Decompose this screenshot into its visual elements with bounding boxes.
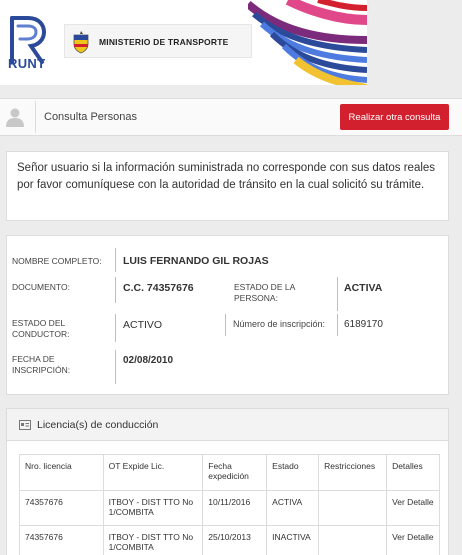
page-toolbar: Consulta Personas Realizar otra consulta (0, 98, 462, 136)
field-divider (115, 248, 116, 272)
issue-date-cell: 10/11/2016 (202, 490, 268, 526)
ministry-name: MINISTERIO DE TRANSPORTE (99, 37, 229, 47)
driver-status-value: ACTIVO (123, 319, 163, 331)
person-status-label: ESTADO DE LA PERSONA: (234, 282, 295, 303)
ministry-logo: MINISTERIO DE TRANSPORTE (64, 24, 252, 58)
restrictions-cell (318, 525, 388, 555)
registration-date-label: FECHA DE INSCRIPCIÓN: (12, 354, 71, 375)
column-header: Estado (266, 454, 320, 491)
document-label: DOCUMENTO: (12, 282, 70, 292)
issuing-authority-cell: ITBOY - DIST TTO No 1/COMBITA (102, 525, 204, 555)
licenses-panel-header[interactable]: Licencia(s) de conducción (7, 409, 448, 441)
field-divider (337, 314, 338, 336)
user-icon (6, 108, 24, 127)
details-cell: Ver Detalle (386, 525, 440, 555)
license-number-cell: 74357676 (19, 525, 104, 555)
notice-message: Señor usuario si la información suminist… (6, 151, 449, 221)
person-status-value: ACTIVA (344, 282, 383, 294)
status-cell: INACTIVA (266, 525, 320, 555)
page-title: Consulta Personas (44, 111, 137, 123)
restrictions-cell (318, 490, 388, 526)
new-search-button[interactable]: Realizar otra consulta (340, 104, 449, 130)
registration-number-value: 6189170 (344, 319, 383, 330)
column-header: OT Expide Lic. (102, 454, 204, 491)
field-divider (115, 350, 116, 384)
decorative-wave-graphic (248, 0, 367, 85)
driver-status-label: ESTADO DEL CONDUCTOR: (12, 318, 70, 339)
field-divider (225, 314, 226, 336)
licenses-panel: Licencia(s) de conducción Nro. licencia … (6, 408, 449, 555)
view-details-link[interactable]: Ver Detalle (392, 497, 434, 507)
runt-logo-text: RUNT (8, 56, 46, 71)
table-row: 74357676 ITBOY - DIST TTO No 1/COMBITA 1… (19, 490, 440, 526)
licenses-title: Licencia(s) de conducción (37, 419, 159, 431)
column-header: Restricciones (318, 454, 388, 491)
view-details-link[interactable]: Ver Detalle (392, 532, 434, 542)
registration-date-value: 02/08/2010 (123, 355, 174, 366)
full-name-label: NOMBRE COMPLETO: (12, 256, 102, 266)
header-banner: RUNT MINISTERIO DE TRANSPORTE (0, 0, 462, 93)
issue-date-cell: 25/10/2013 (202, 525, 268, 555)
toolbar-divider (35, 101, 36, 133)
field-divider (115, 277, 116, 303)
coat-of-arms-icon (73, 31, 89, 54)
column-header: Nro. licencia (19, 454, 104, 491)
field-divider (337, 277, 338, 311)
column-header: Detalles (386, 454, 440, 491)
field-divider (115, 314, 116, 342)
table-header-row: Nro. licencia OT Expide Lic. Fecha exped… (19, 454, 440, 491)
table-row: 74357676 ITBOY - DIST TTO No 1/COMBITA 2… (19, 525, 440, 555)
license-number-cell: 74357676 (19, 490, 104, 526)
column-header: Fecha expedición (202, 454, 268, 491)
license-card-icon (19, 420, 31, 430)
full-name-value: LUIS FERNANDO GIL ROJAS (123, 255, 269, 267)
document-value: C.C. 74357676 (123, 282, 194, 294)
person-info-panel: NOMBRE COMPLETO: LUIS FERNANDO GIL ROJAS… (6, 235, 449, 395)
details-cell: Ver Detalle (386, 490, 440, 526)
licenses-table: Nro. licencia OT Expide Lic. Fecha exped… (19, 454, 440, 555)
registration-number-label: Número de inscripción: (233, 319, 326, 329)
status-cell: ACTIVA (266, 490, 320, 526)
issuing-authority-cell: ITBOY - DIST TTO No 1/COMBITA (102, 490, 204, 526)
